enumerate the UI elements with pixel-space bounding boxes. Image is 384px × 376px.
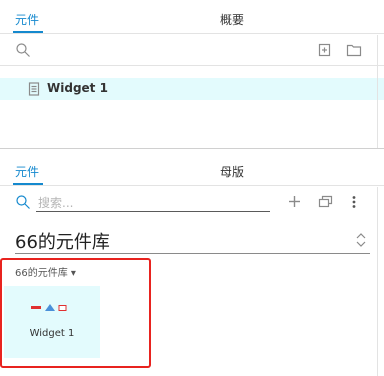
scroll-track-top [377,35,378,148]
copy-library-icon[interactable] [318,195,333,208]
search-icon[interactable] [15,42,31,58]
panel-splitter[interactable] [0,148,384,149]
tab-widgets-library[interactable]: 元件 [15,163,39,180]
page-icon [28,82,40,96]
tab-overview[interactable]: 概要 [220,11,244,28]
tree-item-label: Widget 1 [47,81,108,95]
library-tab-divider [0,185,384,186]
select-chevrons-icon[interactable] [355,231,367,249]
tab-masters[interactable]: 母版 [220,163,244,180]
library-select-value[interactable]: 66的元件库 [15,228,110,254]
library-select-underline [15,253,370,254]
add-folder-icon[interactable] [318,43,332,57]
add-library-icon[interactable] [288,195,301,208]
library-search-input[interactable] [36,211,270,212]
library-search-icon [16,195,30,209]
tree-item-row[interactable]: Widget 1 [0,78,384,100]
tab-divider [0,33,384,34]
more-options-icon[interactable] [351,195,357,209]
tab-widgets-top[interactable]: 元件 [15,11,39,28]
folder-icon[interactable] [346,43,362,57]
search-divider [0,65,384,66]
library-search-placeholder: 搜索... [38,196,74,210]
highlight-box [0,258,151,368]
scroll-track-bottom [377,187,378,376]
